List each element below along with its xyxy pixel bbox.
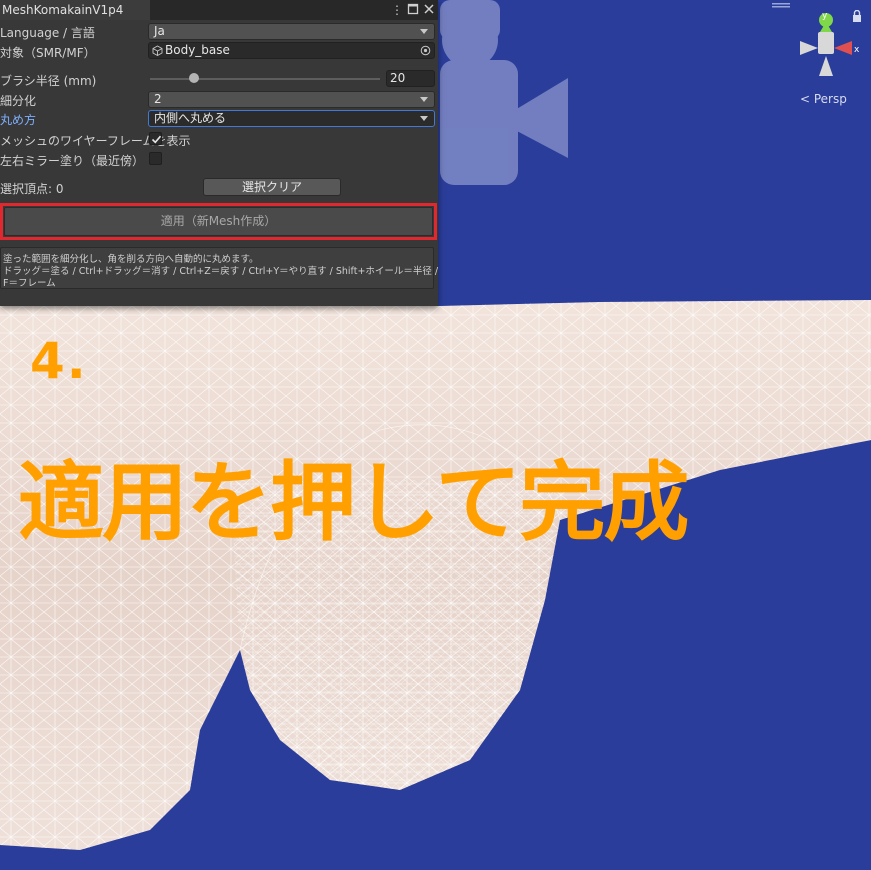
- language-value: Ja: [154, 24, 165, 38]
- subdivision-value: 2: [154, 92, 162, 106]
- rounding-value: 内側へ丸める: [154, 111, 227, 125]
- language-label: Language / 言語: [0, 26, 95, 40]
- brush-radius-slider-handle[interactable]: [188, 73, 199, 83]
- subdivision-dropdown[interactable]: 2: [148, 91, 435, 108]
- mesh-cube-icon: [152, 45, 163, 56]
- chevron-down-icon: [420, 29, 428, 34]
- mirror-checkbox[interactable]: [149, 152, 162, 165]
- mesh-komakain-window: MeshKomakainV1p4 ⋮ Language / 言語 Ja 対象（S…: [0, 0, 438, 306]
- object-picker-icon[interactable]: [420, 45, 431, 56]
- chevron-down-icon: [420, 97, 428, 102]
- brush-radius-input[interactable]: 20: [386, 70, 435, 87]
- lock-icon[interactable]: [852, 10, 862, 22]
- maximize-icon[interactable]: [406, 3, 420, 17]
- window-tab[interactable]: MeshKomakainV1p4: [0, 0, 150, 20]
- scene-menu-dots-icon[interactable]: [772, 2, 790, 8]
- checkmark-icon: [151, 135, 162, 144]
- wireframe-checkbox[interactable]: [149, 132, 162, 145]
- persp-toggle[interactable]: < Persp: [800, 92, 847, 106]
- language-dropdown[interactable]: Ja: [148, 23, 435, 40]
- subdivision-label: 細分化: [0, 94, 37, 108]
- rounding-dropdown[interactable]: 内側へ丸める: [148, 110, 435, 127]
- window-titlebar: MeshKomakainV1p4 ⋮: [0, 0, 438, 20]
- target-value: Body_base: [165, 43, 230, 57]
- apply-highlight-frame: [0, 203, 437, 240]
- brush-radius-label: ブラシ半径 (mm): [0, 74, 97, 88]
- step-number: 4.: [30, 332, 88, 390]
- target-object-field[interactable]: Body_base: [148, 42, 435, 59]
- help-line-2: ドラッグ＝塗る / Ctrl+ドラッグ＝消す / Ctrl+Z＝戻す / Ctr…: [3, 266, 439, 277]
- target-label: 対象（SMR/MF）: [0, 46, 96, 60]
- axis-x-label: x: [854, 45, 860, 55]
- help-box: 塗った範囲を細分化し、角を削る方向へ自動的に丸めます。 ドラッグ＝塗る / Ct…: [0, 247, 438, 289]
- kebab-menu-icon[interactable]: ⋮: [390, 3, 404, 17]
- chevron-down-icon: [420, 116, 428, 121]
- axis-y-label: y: [822, 11, 828, 21]
- rounding-label: 丸め方: [0, 113, 37, 127]
- selected-vertices-label: 選択頂点: 0: [0, 182, 64, 196]
- mirror-label: 左右ミラー塗り（最近傍）: [0, 154, 145, 168]
- brush-radius-slider[interactable]: [150, 78, 380, 80]
- instruction-headline: 適用を押して完成: [18, 453, 689, 553]
- help-line-3: F＝フレーム: [3, 278, 56, 289]
- close-icon[interactable]: [422, 3, 436, 17]
- clear-selection-button[interactable]: 選択クリア: [203, 178, 341, 196]
